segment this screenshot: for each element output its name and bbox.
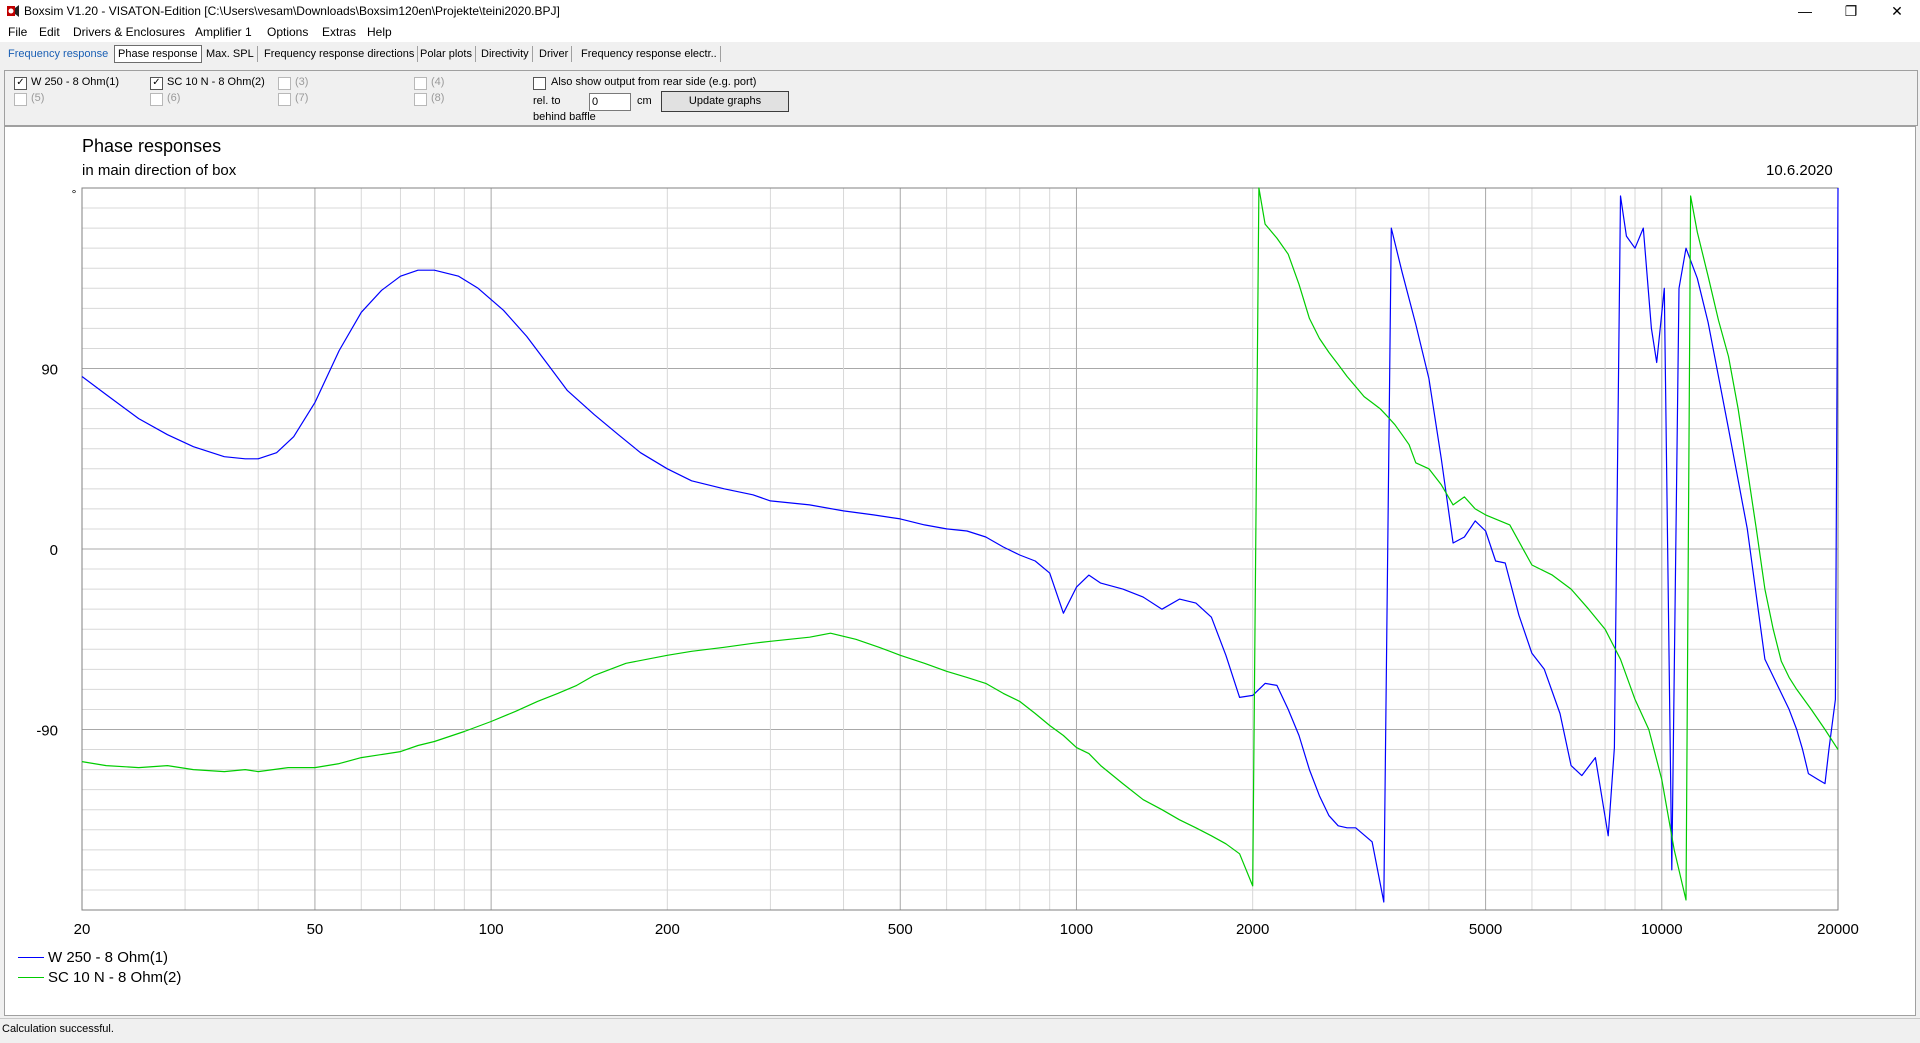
- y-axis-unit-label: °: [72, 187, 77, 201]
- x-tick-label: 5000: [1469, 921, 1502, 938]
- x-tick-label: 20000: [1817, 921, 1859, 938]
- status-text: Calculation successful.: [2, 1023, 114, 1035]
- phase-response-chart: 20 50 100 200 500 1000 2000 5000 10000 20000 90 0 -9…: [36, 187, 1859, 938]
- series-line-1: [81, 187, 1839, 903]
- x-tick-label: 200: [655, 921, 680, 938]
- y-tick-label: 90: [41, 362, 58, 379]
- legend-label-series-2: SC 10 N - 8 Ohm(2): [48, 969, 182, 986]
- x-tick-label: 50: [307, 921, 324, 938]
- legend-swatch-series-2: [18, 977, 44, 978]
- x-tick-label: 500: [888, 921, 913, 938]
- series-line-2: [81, 187, 1839, 901]
- status-bar: Calculation successful.: [0, 1018, 1920, 1043]
- y-tick-label: -90: [36, 723, 58, 740]
- x-tick-label: 100: [479, 921, 504, 938]
- x-tick-label: 2000: [1236, 921, 1269, 938]
- y-tick-label: 0: [50, 542, 58, 559]
- x-tick-label: 20: [74, 921, 91, 938]
- legend-label-series-1: W 250 - 8 Ohm(1): [48, 949, 169, 966]
- legend-swatch-series-1: [18, 957, 44, 958]
- x-tick-label: 1000: [1060, 921, 1093, 938]
- x-tick-label: 10000: [1641, 921, 1683, 938]
